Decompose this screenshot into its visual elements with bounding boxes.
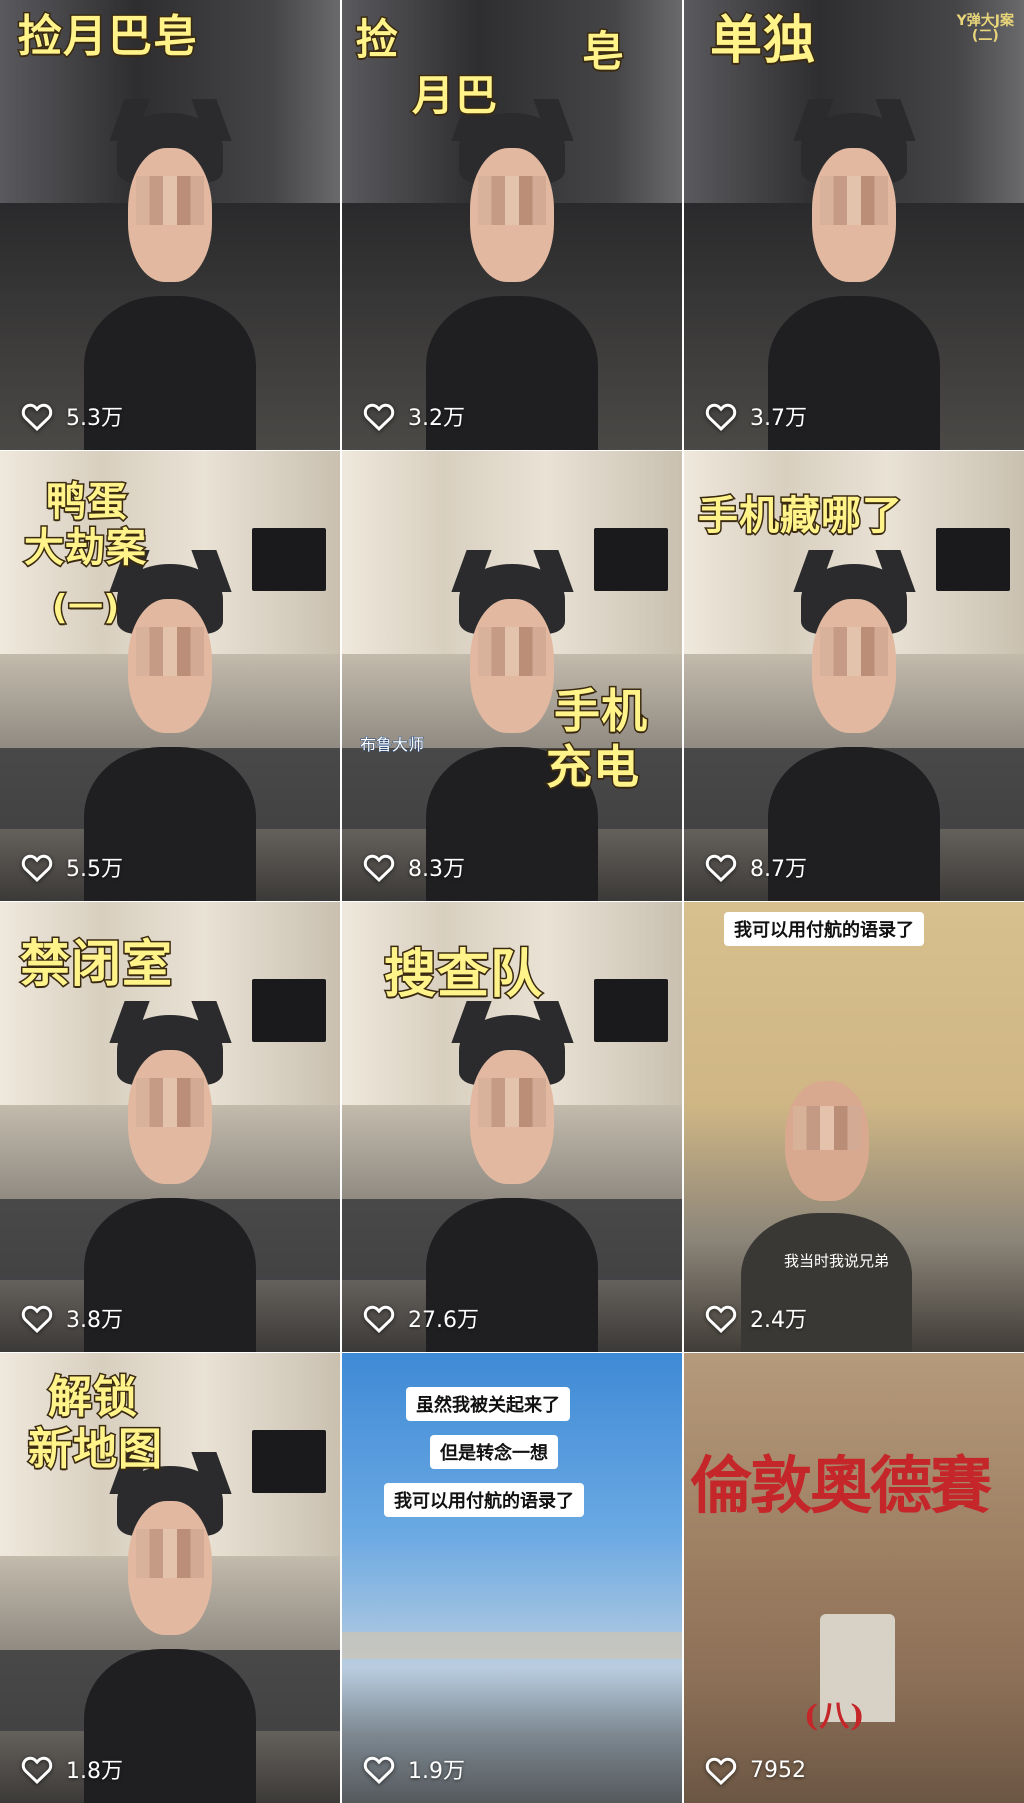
like-count-text: 3.7万 — [750, 406, 807, 431]
heart-outline-icon — [363, 1305, 395, 1333]
video-tile-1[interactable]: 捡月巴皂 5.3万 — [0, 0, 340, 450]
video-tile-11[interactable]: 虽然我被关起来了 但是转念一想 我可以用付航的语录了 1.9万 — [342, 1353, 682, 1803]
video-tile-6[interactable]: 手机藏哪了 8.7万 — [684, 451, 1024, 901]
person-name-label: 布鲁大师 — [359, 735, 425, 755]
person-figure — [75, 1001, 265, 1352]
caption-chip: 我可以用付航的语录了 — [724, 912, 924, 946]
tile-caption: 单独 — [708, 11, 817, 71]
like-count[interactable]: 8.7万 — [704, 851, 807, 883]
like-count[interactable]: 3.2万 — [362, 400, 465, 432]
video-grid: 捡月巴皂 5.3万 捡 皂 月巴 3.2万 单独 Y弹大J案 (二) 3.7万 … — [0, 0, 1024, 1803]
tile-caption-line-1: 鸭蛋 — [45, 479, 129, 525]
video-tile-3[interactable]: 单独 Y弹大J案 (二) 3.7万 — [684, 0, 1024, 450]
tile-caption: 手机藏哪了 — [697, 493, 904, 539]
like-count-text: 8.7万 — [750, 857, 807, 882]
like-count[interactable]: 1.8万 — [20, 1753, 123, 1785]
tile-caption-part-2: 皂 — [580, 27, 626, 76]
like-count-text: 2.4万 — [750, 1308, 807, 1333]
like-count[interactable]: 3.7万 — [704, 400, 807, 432]
video-tile-4[interactable]: 鸭蛋 大劫案 (一) 5.5万 — [0, 451, 340, 901]
like-count-text: 1.8万 — [66, 1759, 123, 1784]
person-figure — [417, 99, 607, 450]
tile-caption-line-1: 手机 — [553, 684, 649, 738]
video-tile-2[interactable]: 捡 皂 月巴 3.2万 — [342, 0, 682, 450]
tile-caption-line-2: 新地图 — [27, 1424, 164, 1475]
like-count-text: 5.3万 — [66, 406, 123, 431]
video-tile-7[interactable]: 禁闭室 3.8万 — [0, 902, 340, 1352]
person-figure — [75, 99, 265, 450]
caption-chip-1: 虽然我被关起来了 — [406, 1387, 570, 1421]
heart-outline-icon — [21, 1305, 53, 1333]
heart-outline-icon — [705, 854, 737, 882]
caption-chip-3: 我可以用付航的语录了 — [384, 1483, 584, 1517]
tile-caption-part-1: 捡 — [354, 15, 400, 64]
tile-caption: 禁闭室 — [19, 935, 174, 993]
person-figure — [417, 1001, 607, 1352]
like-count[interactable]: 27.6万 — [362, 1302, 479, 1334]
person-figure — [75, 1452, 265, 1803]
heart-outline-icon — [21, 1756, 53, 1784]
heart-outline-icon — [705, 403, 737, 431]
like-count[interactable]: 2.4万 — [704, 1302, 807, 1334]
like-count[interactable]: 7952 — [704, 1755, 806, 1785]
like-count-text: 5.5万 — [66, 857, 123, 882]
tile-caption-line-2: 充电 — [545, 740, 641, 794]
heart-outline-icon — [363, 854, 395, 882]
tile-caption-line-2: 大劫案 — [23, 525, 148, 571]
episode-number: (八) — [804, 1699, 866, 1734]
tile-caption: 搜查队 — [382, 945, 544, 1005]
like-count[interactable]: 1.9万 — [362, 1753, 465, 1785]
video-tile-5[interactable]: 布鲁大师 手机 充电 8.3万 — [342, 451, 682, 901]
like-count[interactable]: 5.3万 — [20, 400, 123, 432]
video-tile-9[interactable]: 我可以用付航的语录了 我当时我说兄弟 2.4万 — [684, 902, 1024, 1352]
like-count-text: 27.6万 — [408, 1308, 479, 1333]
video-subtitle: 我当时我说兄弟 — [784, 1252, 890, 1270]
heart-outline-icon — [21, 403, 53, 431]
like-count-text: 7952 — [750, 1757, 806, 1783]
person-figure — [759, 550, 949, 901]
caption-chip-2: 但是转念一想 — [430, 1435, 558, 1469]
like-count[interactable]: 5.5万 — [20, 851, 123, 883]
video-title: 倫敦奧德賽 — [690, 1449, 992, 1522]
like-count[interactable]: 8.3万 — [362, 851, 465, 883]
like-count-text: 3.2万 — [408, 406, 465, 431]
like-count[interactable]: 3.8万 — [20, 1302, 123, 1334]
corner-note: Y弹大J案 (二) — [956, 13, 1014, 45]
like-count-text: 8.3万 — [408, 857, 465, 882]
like-count-text: 1.9万 — [408, 1759, 465, 1784]
heart-outline-icon — [21, 854, 53, 882]
tile-caption-line-3: (一) — [50, 588, 121, 628]
fence — [342, 1632, 682, 1659]
person-figure — [759, 99, 949, 450]
heart-outline-icon — [705, 1757, 737, 1785]
tile-caption-part-3: 月巴 — [410, 71, 499, 120]
heart-outline-icon — [363, 403, 395, 431]
heart-outline-icon — [705, 1305, 737, 1333]
video-tile-8[interactable]: 搜查队 27.6万 — [342, 902, 682, 1352]
tile-caption-line-1: 解锁 — [47, 1372, 139, 1423]
heart-outline-icon — [363, 1756, 395, 1784]
video-tile-12[interactable]: 倫敦奧德賽 (八) 7952 — [684, 1353, 1024, 1803]
tile-caption: 捡月巴皂 — [17, 11, 199, 62]
video-tile-10[interactable]: 解锁 新地图 1.8万 — [0, 1353, 340, 1803]
like-count-text: 3.8万 — [66, 1308, 123, 1333]
